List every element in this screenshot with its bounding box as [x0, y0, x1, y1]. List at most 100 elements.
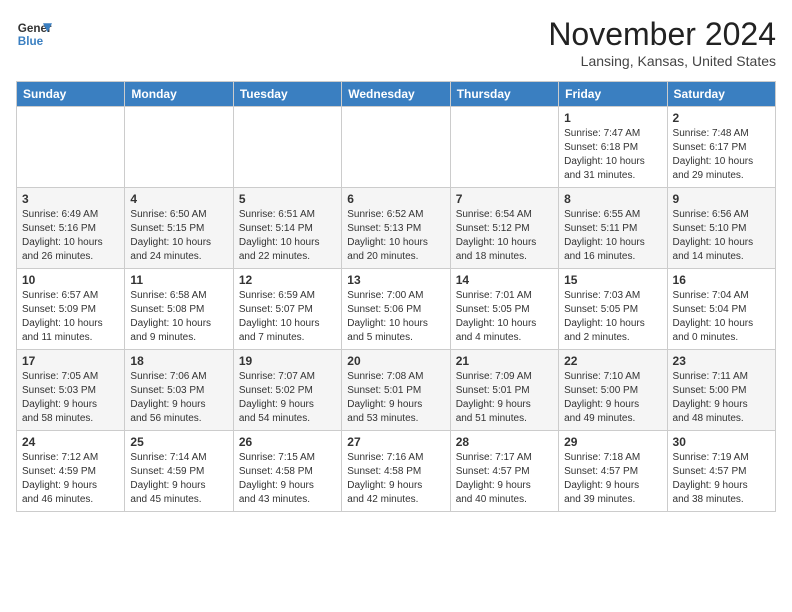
day-info: Sunrise: 6:57 AM Sunset: 5:09 PM Dayligh…	[22, 289, 119, 345]
day-number: 15	[564, 273, 661, 287]
day-info: Sunrise: 7:07 AM Sunset: 5:02 PM Dayligh…	[239, 370, 336, 426]
weekday-header-monday: Monday	[125, 82, 233, 107]
day-number: 7	[456, 192, 553, 206]
weekday-header-sunday: Sunday	[17, 82, 125, 107]
calendar-cell: 17 Sunrise: 7:05 AM Sunset: 5:03 PM Dayli…	[17, 350, 125, 431]
day-info: Sunrise: 7:05 AM Sunset: 5:03 PM Dayligh…	[22, 370, 119, 426]
calendar-cell: 25 Sunrise: 7:14 AM Sunset: 4:59 PM Dayli…	[125, 431, 233, 512]
day-info: Sunrise: 7:47 AM Sunset: 6:18 PM Dayligh…	[564, 127, 661, 183]
day-number: 16	[673, 273, 770, 287]
calendar-cell: 19 Sunrise: 7:07 AM Sunset: 5:02 PM Dayli…	[233, 350, 341, 431]
day-info: Sunrise: 6:50 AM Sunset: 5:15 PM Dayligh…	[130, 208, 227, 264]
weekday-header-saturday: Saturday	[667, 82, 775, 107]
day-info: Sunrise: 7:14 AM Sunset: 4:59 PM Dayligh…	[130, 451, 227, 507]
day-number: 24	[22, 435, 119, 449]
day-number: 23	[673, 354, 770, 368]
day-number: 9	[673, 192, 770, 206]
calendar-cell: 4Sunrise: 6:50 AM Sunset: 5:15 PM Daylig…	[125, 188, 233, 269]
calendar-cell: 2 Sunrise: 7:48 AM Sunset: 6:17 PM Daylig…	[667, 107, 775, 188]
day-number: 18	[130, 354, 227, 368]
day-number: 1	[564, 111, 661, 125]
day-number: 8	[564, 192, 661, 206]
day-number: 27	[347, 435, 444, 449]
day-number: 26	[239, 435, 336, 449]
week-row-4: 17 Sunrise: 7:05 AM Sunset: 5:03 PM Dayli…	[17, 350, 776, 431]
day-number: 19	[239, 354, 336, 368]
day-number: 3	[22, 192, 119, 206]
day-info: Sunrise: 7:08 AM Sunset: 5:01 PM Dayligh…	[347, 370, 444, 426]
day-info: Sunrise: 6:56 AM Sunset: 5:10 PM Dayligh…	[673, 208, 770, 264]
day-number: 10	[22, 273, 119, 287]
calendar-cell: 29 Sunrise: 7:18 AM Sunset: 4:57 PM Dayli…	[559, 431, 667, 512]
day-info: Sunrise: 7:00 AM Sunset: 5:06 PM Dayligh…	[347, 289, 444, 345]
day-info: Sunrise: 6:52 AM Sunset: 5:13 PM Dayligh…	[347, 208, 444, 264]
day-number: 14	[456, 273, 553, 287]
calendar-cell	[233, 107, 341, 188]
calendar-cell: 26 Sunrise: 7:15 AM Sunset: 4:58 PM Dayli…	[233, 431, 341, 512]
calendar-cell: 22 Sunrise: 7:10 AM Sunset: 5:00 PM Dayli…	[559, 350, 667, 431]
calendar-cell: 11 Sunrise: 6:58 AM Sunset: 5:08 PM Dayli…	[125, 269, 233, 350]
day-info: Sunrise: 7:01 AM Sunset: 5:05 PM Dayligh…	[456, 289, 553, 345]
calendar-table: SundayMondayTuesdayWednesdayThursdayFrid…	[16, 81, 776, 512]
day-number: 5	[239, 192, 336, 206]
day-info: Sunrise: 7:11 AM Sunset: 5:00 PM Dayligh…	[673, 370, 770, 426]
day-info: Sunrise: 7:19 AM Sunset: 4:57 PM Dayligh…	[673, 451, 770, 507]
calendar-cell: 21 Sunrise: 7:09 AM Sunset: 5:01 PM Dayli…	[450, 350, 558, 431]
day-info: Sunrise: 6:58 AM Sunset: 5:08 PM Dayligh…	[130, 289, 227, 345]
day-info: Sunrise: 6:49 AM Sunset: 5:16 PM Dayligh…	[22, 208, 119, 264]
title-block: November 2024 Lansing, Kansas, United St…	[548, 16, 776, 69]
calendar-cell: 7 Sunrise: 6:54 AM Sunset: 5:12 PM Daylig…	[450, 188, 558, 269]
day-number: 21	[456, 354, 553, 368]
week-row-5: 24 Sunrise: 7:12 AM Sunset: 4:59 PM Dayli…	[17, 431, 776, 512]
day-info: Sunrise: 7:06 AM Sunset: 5:03 PM Dayligh…	[130, 370, 227, 426]
calendar-cell: 10 Sunrise: 6:57 AM Sunset: 5:09 PM Dayli…	[17, 269, 125, 350]
calendar-cell: 8 Sunrise: 6:55 AM Sunset: 5:11 PM Daylig…	[559, 188, 667, 269]
week-row-1: 1 Sunrise: 7:47 AM Sunset: 6:18 PM Daylig…	[17, 107, 776, 188]
day-info: Sunrise: 7:16 AM Sunset: 4:58 PM Dayligh…	[347, 451, 444, 507]
month-title: November 2024	[548, 16, 776, 53]
calendar-cell: 27 Sunrise: 7:16 AM Sunset: 4:58 PM Dayli…	[342, 431, 450, 512]
day-info: Sunrise: 7:10 AM Sunset: 5:00 PM Dayligh…	[564, 370, 661, 426]
day-info: Sunrise: 6:59 AM Sunset: 5:07 PM Dayligh…	[239, 289, 336, 345]
calendar-cell: 6 Sunrise: 6:52 AM Sunset: 5:13 PM Daylig…	[342, 188, 450, 269]
calendar-cell: 12Sunrise: 6:59 AM Sunset: 5:07 PM Dayli…	[233, 269, 341, 350]
day-number: 13	[347, 273, 444, 287]
day-number: 29	[564, 435, 661, 449]
calendar-cell: 28Sunrise: 7:17 AM Sunset: 4:57 PM Dayli…	[450, 431, 558, 512]
calendar-cell: 30 Sunrise: 7:19 AM Sunset: 4:57 PM Dayli…	[667, 431, 775, 512]
calendar-cell: 20 Sunrise: 7:08 AM Sunset: 5:01 PM Dayli…	[342, 350, 450, 431]
calendar-cell	[17, 107, 125, 188]
day-info: Sunrise: 7:48 AM Sunset: 6:17 PM Dayligh…	[673, 127, 770, 183]
weekday-header-thursday: Thursday	[450, 82, 558, 107]
calendar-cell	[342, 107, 450, 188]
day-number: 2	[673, 111, 770, 125]
day-info: Sunrise: 7:12 AM Sunset: 4:59 PM Dayligh…	[22, 451, 119, 507]
calendar-cell: 14 Sunrise: 7:01 AM Sunset: 5:05 PM Dayli…	[450, 269, 558, 350]
day-number: 20	[347, 354, 444, 368]
calendar-cell: 13 Sunrise: 7:00 AM Sunset: 5:06 PM Dayli…	[342, 269, 450, 350]
day-info: Sunrise: 7:15 AM Sunset: 4:58 PM Dayligh…	[239, 451, 336, 507]
weekday-header-wednesday: Wednesday	[342, 82, 450, 107]
day-info: Sunrise: 7:09 AM Sunset: 5:01 PM Dayligh…	[456, 370, 553, 426]
day-number: 25	[130, 435, 227, 449]
calendar-cell: 16 Sunrise: 7:04 AM Sunset: 5:04 PM Dayli…	[667, 269, 775, 350]
calendar-cell	[125, 107, 233, 188]
calendar-cell: 5 Sunrise: 6:51 AM Sunset: 5:14 PM Daylig…	[233, 188, 341, 269]
day-info: Sunrise: 6:54 AM Sunset: 5:12 PM Dayligh…	[456, 208, 553, 264]
day-info: Sunrise: 6:55 AM Sunset: 5:11 PM Dayligh…	[564, 208, 661, 264]
svg-text:Blue: Blue	[18, 35, 44, 48]
day-number: 11	[130, 273, 227, 287]
day-number: 30	[673, 435, 770, 449]
day-number: 6	[347, 192, 444, 206]
day-number: 17	[22, 354, 119, 368]
weekday-header-friday: Friday	[559, 82, 667, 107]
logo: General Blue	[16, 16, 52, 52]
weekday-header-tuesday: Tuesday	[233, 82, 341, 107]
day-info: Sunrise: 7:04 AM Sunset: 5:04 PM Dayligh…	[673, 289, 770, 345]
week-row-2: 3 Sunrise: 6:49 AM Sunset: 5:16 PM Daylig…	[17, 188, 776, 269]
calendar-cell: 18 Sunrise: 7:06 AM Sunset: 5:03 PM Dayli…	[125, 350, 233, 431]
day-info: Sunrise: 6:51 AM Sunset: 5:14 PM Dayligh…	[239, 208, 336, 264]
day-info: Sunrise: 7:18 AM Sunset: 4:57 PM Dayligh…	[564, 451, 661, 507]
day-number: 28	[456, 435, 553, 449]
day-number: 22	[564, 354, 661, 368]
